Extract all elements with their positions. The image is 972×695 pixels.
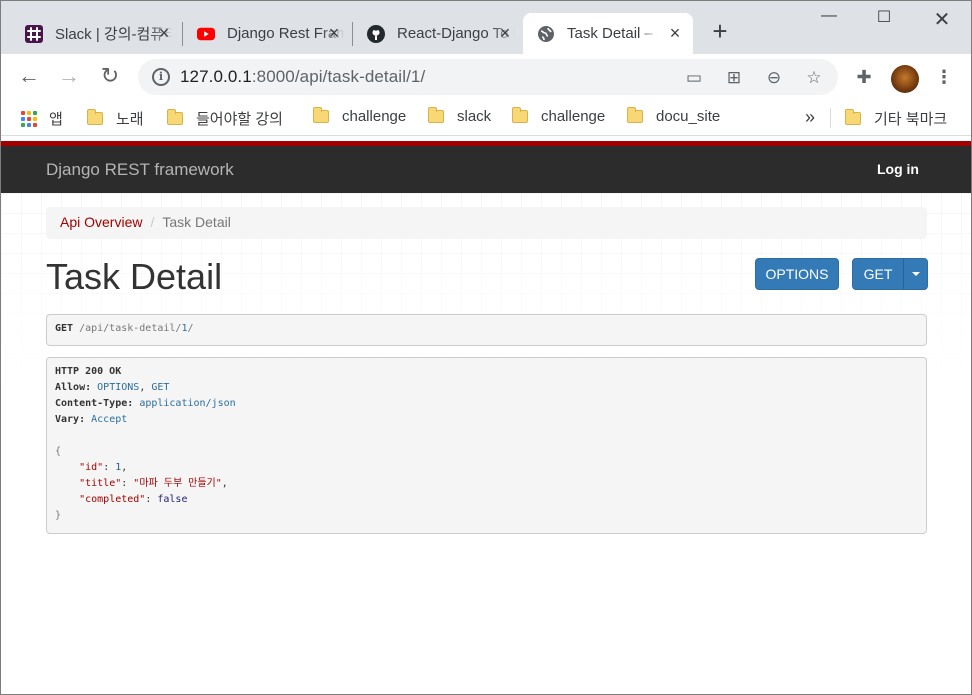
brand-link[interactable]: Django REST framework — [46, 160, 234, 180]
response-info: HTTP 200 OK Allow: OPTIONS, GET Content-… — [46, 357, 927, 534]
caret-down-icon — [911, 272, 920, 277]
maximize-button[interactable]: ☐ — [861, 7, 907, 31]
json-value-id: 1 — [115, 462, 122, 473]
bookmark-label: 들어야할 강의 — [196, 111, 283, 128]
back-button[interactable]: ← — [17, 65, 41, 89]
bookmark-label: 앱 — [49, 111, 63, 128]
browser-window: Slack | 강의-컴퓨터비전 × Django Rest Framework… — [0, 0, 972, 695]
apps-icon — [21, 110, 37, 127]
address-bar[interactable]: i 127.0.0.1:8000/api/task-detail/1/ ▭ ⊞ … — [138, 59, 838, 95]
page-content: Django REST framework Log in Api Overvie… — [1, 137, 971, 694]
bookmark-folder[interactable]: 노래 — [87, 108, 144, 129]
vary-header-key: Vary: — [55, 414, 86, 425]
translate-icon[interactable]: ⊞ — [724, 68, 744, 88]
bookmark-folder[interactable]: 들어야할 강의 — [167, 108, 283, 129]
folder-icon — [845, 109, 861, 125]
bookmark-folder[interactable]: challenge — [512, 107, 606, 125]
close-icon[interactable]: × — [156, 24, 172, 42]
bookmark-label: docu_site — [656, 108, 721, 125]
close-window-button[interactable]: ✕ — [919, 7, 965, 31]
json-open-brace: { — [55, 446, 62, 457]
login-link[interactable]: Log in — [877, 161, 919, 177]
url-path: :8000/api/task-detail/1/ — [251, 67, 426, 86]
content-type-key: Content-Type: — [55, 398, 134, 409]
bookmarks-bar: 앱 노래 들어야할 강의 challenge slack challenge d… — [1, 100, 971, 136]
breadcrumb-api-overview[interactable]: Api Overview — [60, 214, 142, 230]
request-method: GET — [55, 323, 74, 334]
get-format-dropdown[interactable] — [903, 258, 928, 290]
close-icon[interactable]: × — [497, 24, 513, 42]
menu-icon[interactable]: ⋮ — [932, 65, 956, 89]
json-value-title: "마파 두부 만들기" — [133, 478, 222, 489]
browser-toolbar: ← → ↻ i 127.0.0.1:8000/api/task-detail/1… — [1, 54, 971, 100]
vary-header-value: Accept — [91, 414, 128, 425]
tab-strip: Slack | 강의-컴퓨터비전 × Django Rest Framework… — [1, 1, 971, 54]
globe-icon — [537, 25, 555, 43]
folder-icon — [627, 107, 643, 123]
star-icon[interactable]: ☆ — [804, 68, 824, 88]
json-value-completed: false — [157, 494, 188, 505]
url-text[interactable]: 127.0.0.1:8000/api/task-detail/1/ — [180, 67, 425, 87]
cast-icon[interactable]: ▭ — [684, 68, 704, 88]
content-type-value: application/json — [139, 398, 236, 409]
tab-title: Task Detail – Django — [567, 25, 659, 42]
folder-icon — [428, 107, 444, 123]
request-path: /api/task-detail/ — [73, 323, 182, 334]
json-key-completed: "completed" — [79, 494, 146, 505]
json-close-brace: } — [55, 510, 62, 521]
options-button[interactable]: OPTIONS — [755, 258, 839, 290]
bookmark-apps[interactable]: 앱 — [21, 108, 63, 129]
extensions-icon[interactable]: ✚ — [852, 65, 876, 89]
reload-button[interactable]: ↻ — [98, 65, 122, 89]
bookmark-label: slack — [457, 108, 492, 125]
info-icon[interactable]: i — [152, 68, 170, 86]
bookmarks-divider — [830, 108, 831, 128]
bookmark-folder[interactable]: docu_site — [627, 107, 721, 125]
github-icon — [367, 24, 385, 43]
get-button[interactable]: GET — [852, 258, 904, 290]
slack-icon — [25, 24, 43, 43]
tab-youtube[interactable]: Django Rest Framework × — [173, 13, 352, 54]
bookmark-label: 기타 북마크 — [874, 111, 948, 128]
folder-icon — [167, 109, 183, 125]
page-title: Task Detail — [46, 256, 223, 297]
tab-task-detail[interactable]: Task Detail – Django × — [523, 13, 693, 54]
bookmark-label: challenge — [541, 108, 606, 125]
request-path-suffix: / — [187, 323, 194, 334]
tab-github[interactable]: React-Django To Do × — [343, 13, 523, 54]
breadcrumb-separator: / — [150, 214, 155, 230]
folder-icon — [87, 109, 103, 125]
response-status: HTTP 200 OK — [55, 366, 122, 377]
bookmark-label: 노래 — [116, 111, 144, 128]
bookmark-folder[interactable]: challenge — [313, 107, 407, 125]
tab-slack[interactable]: Slack | 강의-컴퓨터비전 × — [1, 13, 182, 54]
minimize-button[interactable]: — — [806, 7, 852, 31]
drf-navbar: Django REST framework Log in — [1, 146, 971, 193]
new-tab-button[interactable]: + — [709, 18, 731, 44]
json-key-title: "title" — [79, 478, 122, 489]
allow-header-key: Allow: — [55, 382, 92, 393]
bookmarks-more-button[interactable]: » — [805, 107, 815, 128]
url-host: 127.0.0.1 — [180, 67, 252, 86]
breadcrumb: Api Overview / Task Detail — [46, 207, 927, 239]
zoom-icon[interactable]: ⊖ — [764, 68, 784, 88]
breadcrumb-current: Task Detail — [162, 214, 231, 230]
allow-get-value: GET — [151, 382, 170, 393]
request-info: GET /api/task-detail/1/ — [46, 314, 927, 346]
close-icon[interactable]: × — [326, 24, 342, 42]
folder-icon — [313, 107, 329, 123]
bookmark-other[interactable]: 기타 북마크 — [845, 108, 947, 129]
bookmark-label: challenge — [342, 108, 407, 125]
folder-icon — [512, 107, 528, 123]
json-key-id: "id" — [79, 462, 104, 473]
avatar[interactable] — [891, 65, 919, 93]
youtube-icon — [197, 25, 215, 43]
allow-options-value: OPTIONS — [97, 382, 140, 393]
close-icon[interactable]: × — [667, 24, 683, 42]
bookmark-folder[interactable]: slack — [428, 107, 492, 125]
forward-button[interactable]: → — [57, 65, 81, 89]
